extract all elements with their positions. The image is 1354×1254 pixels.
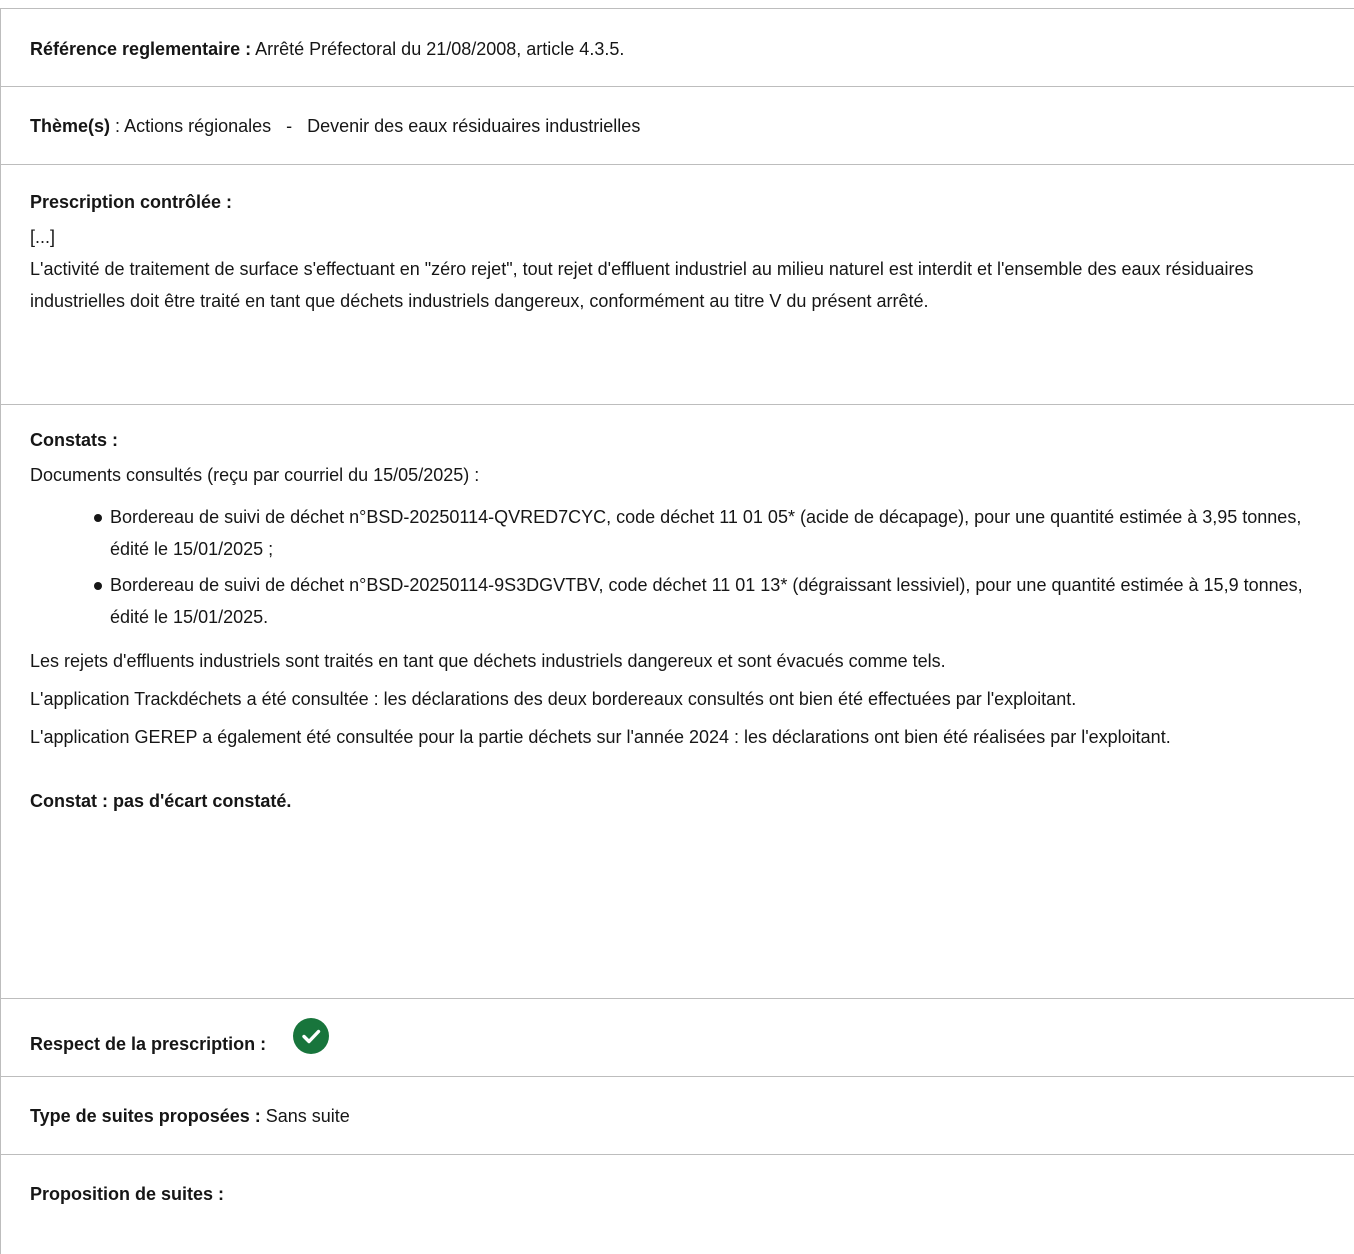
prescription-section: Prescription contrôlée : [...] L'activit… [1, 164, 1354, 404]
type-suites-value: Sans suite [265, 1106, 350, 1126]
respect-label: Respect de la prescription : [30, 1033, 267, 1054]
prescription-ellipsis: [...] [30, 227, 56, 247]
list-item: Bordereau de suivi de déchet n°BSD-20250… [94, 501, 1346, 565]
prescription-text: L'activité de traitement de surface s'ef… [30, 259, 1254, 311]
theme-separator: : [115, 116, 121, 136]
type-suites-label: Type de suites proposées : [30, 1106, 261, 1126]
theme-label: Thème(s) [30, 116, 111, 136]
respect-section: Respect de la prescription : [1, 998, 1354, 1076]
constats-paragraph: Les rejets d'effluents industriels sont … [30, 651, 946, 671]
proposition-label: Proposition de suites : [30, 1184, 225, 1204]
reference-label: Référence reglementaire : [30, 39, 252, 59]
type-suites-section: Type de suites proposées : Sans suite [1, 1076, 1354, 1154]
theme-value: Actions régionales - Devenir des eaux ré… [124, 116, 641, 136]
theme-section: Thème(s) : Actions régionales - Devenir … [1, 86, 1354, 164]
documents-list: Bordereau de suivi de déchet n°BSD-20250… [30, 501, 1346, 633]
constat-conclusion: Constat : pas d'écart constaté. [30, 791, 292, 811]
proposition-section: Proposition de suites : [1, 1154, 1354, 1254]
list-item: Bordereau de suivi de déchet n°BSD-20250… [94, 569, 1346, 633]
reference-section: Référence reglementaire : Arrêté Préfect… [1, 8, 1354, 86]
constats-paragraph: L'application GEREP a également été cons… [30, 727, 1171, 747]
inspection-point-card: Référence reglementaire : Arrêté Préfect… [0, 8, 1354, 1254]
check-circle-icon [293, 1018, 330, 1054]
constats-label: Constats : [30, 430, 119, 450]
constats-section: Constats : Documents consultés (reçu par… [1, 404, 1354, 998]
constats-paragraph: L'application Trackdéchets a été consult… [30, 689, 1077, 709]
prescription-label: Prescription contrôlée : [30, 192, 233, 212]
reference-value: Arrêté Préfectoral du 21/08/2008, articl… [255, 39, 625, 59]
constats-intro: Documents consultés (reçu par courriel d… [30, 465, 480, 485]
